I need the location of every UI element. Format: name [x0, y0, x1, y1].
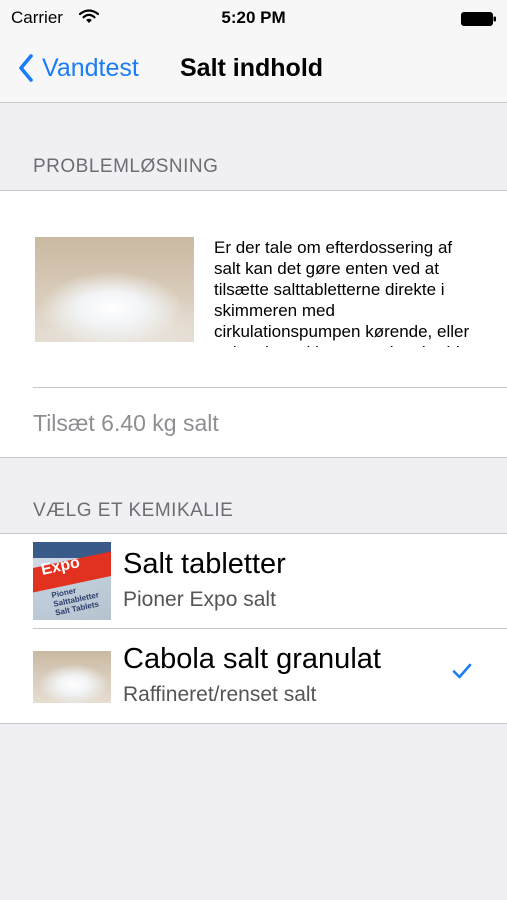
back-button[interactable]: Vandtest — [18, 50, 139, 86]
checkmark-icon — [452, 663, 472, 684]
back-label: Vandtest — [42, 53, 139, 82]
page-title: Salt indhold — [180, 54, 324, 82]
chemical-title: Salt tabletter — [123, 548, 286, 580]
chemical-list: Expo Pioner Salttabletter Salt Tablets S… — [0, 533, 507, 724]
section-header-chemical: VÆLG ET KEMIKALIE — [33, 500, 234, 521]
chemical-subtitle: Pioner Expo salt — [123, 588, 276, 611]
navigation-bar: Vandtest Salt indhold — [0, 36, 507, 103]
status-bar: Carrier 5:20 PM — [0, 0, 507, 36]
expo-package-image: Expo Pioner Salttabletter Salt Tablets — [33, 542, 111, 620]
salt-granulat-image — [33, 651, 111, 703]
chemical-row-cabola-salt-granulat[interactable]: Cabola salt granulat Raffineret/renset s… — [0, 629, 507, 723]
chemical-row-salt-tabletter[interactable]: Expo Pioner Salttabletter Salt Tablets S… — [0, 534, 507, 629]
problem-description: Er der tale om efterdossering af salt ka… — [214, 238, 470, 347]
status-time: 5:20 PM — [221, 8, 286, 27]
chemical-subtitle: Raffineret/renset salt — [123, 683, 317, 706]
chemical-title: Cabola salt granulat — [123, 643, 381, 675]
problem-group: Er der tale om efterdossering af salt ka… — [0, 190, 507, 458]
salt-amount-label: Tilsæt 6.40 kg salt — [33, 410, 219, 436]
section-header-problem: PROBLEMLØSNING — [33, 156, 219, 177]
battery-icon — [461, 11, 497, 26]
divider — [33, 387, 507, 388]
salt-crystals-image — [35, 237, 194, 342]
chevron-left-icon — [18, 53, 34, 83]
